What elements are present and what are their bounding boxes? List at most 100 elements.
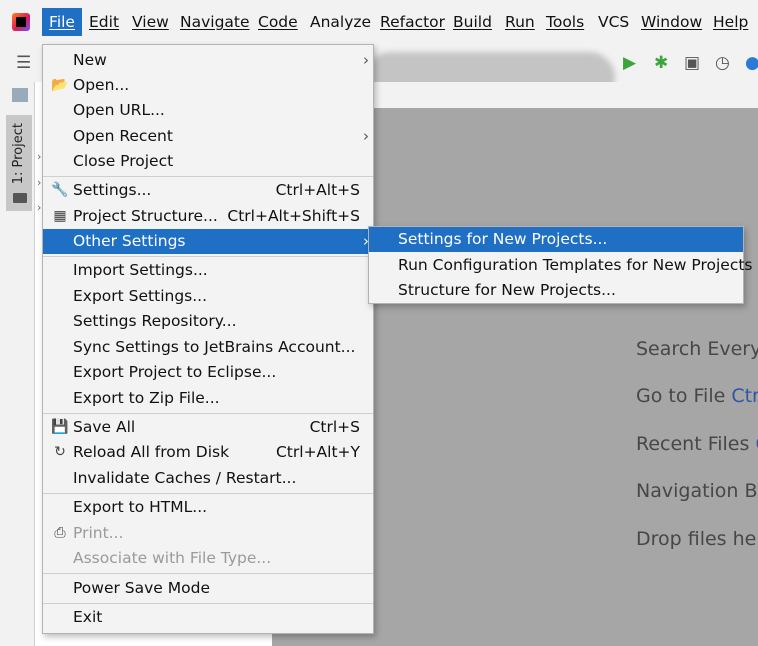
menu-item-label: New xyxy=(73,51,107,69)
menu-file[interactable]: File xyxy=(42,8,82,36)
shortcut-label: Ctrl+S xyxy=(309,418,360,436)
submenu-item-label: Structure for New Projects... xyxy=(398,281,616,299)
menu-item-label: Project Structure... xyxy=(73,207,218,225)
hint-drop-files: Drop files her xyxy=(636,528,758,550)
menu-item-print: ⎙ Print... xyxy=(43,521,373,546)
profile-icon[interactable]: ◷ xyxy=(715,44,730,82)
hint-navigation-bar: Navigation Ba xyxy=(636,480,758,502)
hint-recent-files: Recent Files C xyxy=(636,433,758,455)
menu-item-label: Other Settings xyxy=(73,232,186,250)
menu-item-open-url[interactable]: Open URL... xyxy=(43,98,373,123)
file-menu-dropdown: New › 📂 Open... Open URL... Open Recent › C… xyxy=(42,44,374,634)
submenu-item-run-config-templates[interactable]: Run Configuration Templates for New Proj… xyxy=(369,253,753,278)
folder-open-icon: 📂 xyxy=(51,77,69,93)
shortcut-label: Ctrl+Alt+Y xyxy=(275,443,360,461)
folder-icon[interactable]: ☰ xyxy=(16,44,31,82)
menu-edit[interactable]: Edit xyxy=(89,8,119,36)
hint-recent-files-label: Recent Files xyxy=(636,433,750,455)
other-settings-submenu: Settings for New Projects... Run Configu… xyxy=(368,226,753,304)
menu-item-settings[interactable]: 🔧 Settings... Ctrl+Alt+S xyxy=(43,178,373,203)
menu-item-exit[interactable]: Exit xyxy=(43,605,373,630)
project-tool-tab[interactable]: 1: Project xyxy=(6,115,32,211)
intellij-logo-icon xyxy=(12,13,30,31)
menu-item-label: Exit xyxy=(73,608,103,626)
menu-item-label: Import Settings... xyxy=(73,261,208,279)
menu-item-export-eclipse[interactable]: Export Project to Eclipse... xyxy=(43,360,373,385)
menu-analyze[interactable]: Analyze xyxy=(310,8,371,36)
menu-item-close-project[interactable]: Close Project xyxy=(43,149,373,174)
menu-item-export-settings[interactable]: Export Settings... xyxy=(43,284,373,309)
menu-item-sync-settings[interactable]: Sync Settings to JetBrains Account... xyxy=(43,335,373,360)
menu-item-label: Invalidate Caches / Restart... xyxy=(73,469,297,487)
menu-item-label: Print... xyxy=(73,524,124,542)
tree-expand-arrow[interactable]: › xyxy=(37,150,41,163)
menu-item-label: Associate with File Type... xyxy=(73,549,272,567)
submenu-item-settings-new-projects[interactable]: Settings for New Projects... xyxy=(369,227,743,252)
project-structure-icon: ▦ xyxy=(53,208,67,224)
menu-item-label: Power Save Mode xyxy=(73,579,210,597)
menu-item-label: Reload All from Disk xyxy=(73,443,230,461)
menu-navigate[interactable]: Navigate xyxy=(180,8,250,36)
update-icon[interactable]: ● xyxy=(745,44,758,82)
menu-separator xyxy=(43,413,373,414)
menu-item-label: Export to Zip File... xyxy=(73,389,220,407)
run-icon[interactable]: ▶ xyxy=(623,44,636,82)
menu-item-label: Open URL... xyxy=(73,101,165,119)
menu-item-export-zip[interactable]: Export to Zip File... xyxy=(43,386,373,411)
menu-item-label: Export Settings... xyxy=(73,287,208,305)
menu-item-open-recent[interactable]: Open Recent › xyxy=(43,124,373,149)
menu-item-associate-file-type: Associate with File Type... xyxy=(43,546,373,571)
menu-item-open[interactable]: 📂 Open... xyxy=(43,73,373,98)
submenu-item-label: Run Configuration Templates for New Proj… xyxy=(398,256,753,274)
wrench-icon: 🔧 xyxy=(51,182,69,198)
menu-item-label: Open Recent xyxy=(73,127,173,145)
project-folder-icon xyxy=(13,193,27,203)
menu-window[interactable]: Window xyxy=(641,8,702,36)
menu-item-other-settings[interactable]: Other Settings › xyxy=(43,229,373,254)
menu-item-label: Sync Settings to JetBrains Account... xyxy=(73,338,356,356)
chevron-right-icon: › xyxy=(363,51,369,69)
menu-item-reload-all[interactable]: ↻ Reload All from Disk Ctrl+Alt+Y xyxy=(43,440,373,465)
menu-item-export-html[interactable]: Export to HTML... xyxy=(43,495,373,520)
tree-expand-arrow[interactable]: › xyxy=(37,176,41,189)
debug-icon[interactable]: ✱ xyxy=(654,44,668,82)
menu-run[interactable]: Run xyxy=(505,8,535,36)
menu-item-invalidate-caches[interactable]: Invalidate Caches / Restart... xyxy=(43,466,373,491)
menu-separator xyxy=(43,256,373,257)
project-tab-label: 1: Project xyxy=(11,123,26,185)
menu-item-import-settings[interactable]: Import Settings... xyxy=(43,258,373,283)
menu-bar: File Edit View Navigate Code Analyze Ref… xyxy=(0,0,758,45)
menu-build[interactable]: Build xyxy=(453,8,492,36)
submenu-item-structure-new-projects[interactable]: Structure for New Projects... xyxy=(369,278,743,303)
hint-go-to-file-key: Ctr xyxy=(731,385,758,407)
menu-separator xyxy=(43,176,373,177)
menu-item-project-structure[interactable]: ▦ Project Structure... Ctrl+Alt+Shift+S xyxy=(43,204,373,229)
menu-separator xyxy=(43,603,373,604)
reload-icon: ↻ xyxy=(54,444,66,460)
menu-item-save-all[interactable]: 💾 Save All Ctrl+S xyxy=(43,415,373,440)
menu-item-label: Settings Repository... xyxy=(73,312,237,330)
menu-item-power-save-mode[interactable]: Power Save Mode xyxy=(43,576,373,601)
tree-expand-arrow[interactable]: › xyxy=(37,201,41,214)
save-icon: 💾 xyxy=(51,419,69,435)
menu-help[interactable]: Help xyxy=(713,8,748,36)
printer-icon: ⎙ xyxy=(54,525,66,541)
menu-item-new[interactable]: New › xyxy=(43,48,373,73)
menu-separator xyxy=(43,573,373,574)
hint-go-to-file: Go to File Ctr xyxy=(636,385,758,407)
shortcut-label: Ctrl+Alt+Shift+S xyxy=(227,207,360,225)
menu-item-label: Open... xyxy=(73,76,130,94)
menu-code[interactable]: Code xyxy=(258,8,298,36)
menu-separator xyxy=(43,493,373,494)
coverage-icon[interactable]: ▣ xyxy=(684,44,700,82)
menu-item-label: Save All xyxy=(73,418,136,436)
menu-vcs[interactable]: VCS xyxy=(598,8,629,36)
project-view-icon xyxy=(12,88,28,102)
menu-tools[interactable]: Tools xyxy=(546,8,584,36)
menu-item-label: Export to HTML... xyxy=(73,498,208,516)
hint-go-to-file-label: Go to File xyxy=(636,385,726,407)
menu-item-settings-repository[interactable]: Settings Repository... xyxy=(43,309,373,334)
menu-view[interactable]: View xyxy=(132,8,169,36)
submenu-item-label: Settings for New Projects... xyxy=(398,230,608,248)
menu-refactor[interactable]: Refactor xyxy=(380,8,445,36)
